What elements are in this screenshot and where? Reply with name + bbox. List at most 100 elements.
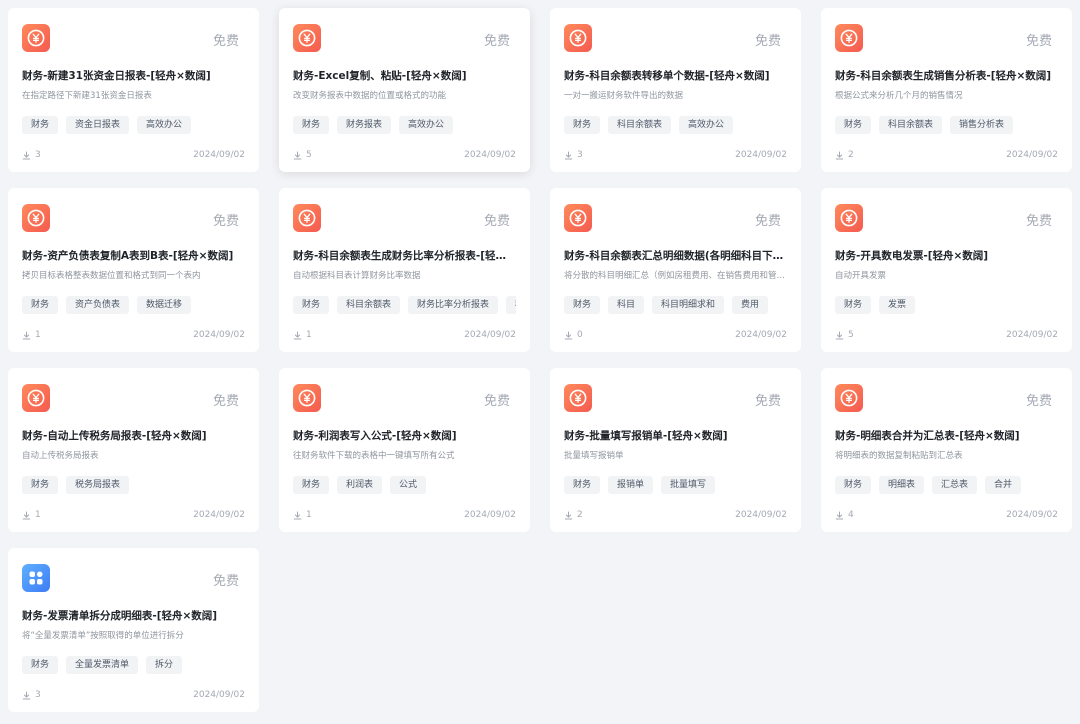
tag[interactable]: 财务 (22, 296, 59, 314)
card-title[interactable]: 财务-明细表合并为汇总表-[轻舟×数阔] (835, 428, 1058, 443)
template-card[interactable]: 免费 财务-Excel复制、粘贴-[轻舟×数阔] 改变财务报表中数据的位置或格式的功… (279, 8, 530, 172)
tag[interactable]: 财务 (835, 476, 872, 494)
download-count: 2 (835, 150, 854, 160)
tag[interactable]: 科目 (506, 296, 516, 314)
card-title[interactable]: 财务-批量填写报销单-[轻舟×数阔] (564, 428, 787, 443)
tag[interactable]: 公式 (390, 476, 427, 494)
tag[interactable]: 利润表 (337, 476, 383, 494)
tag[interactable]: 财务 (293, 476, 330, 494)
template-card[interactable]: 免费 财务-自动上传税务局报表-[轻舟×数阔] 自动上传税务局报表 财务 税务局报表 1 2… (8, 368, 259, 532)
tag[interactable]: 财务 (22, 656, 59, 674)
tag-list: 财务 资金日报表 高效办公 (22, 116, 245, 134)
card-title[interactable]: 财务-资产负债表复制A表到B表-[轻舟×数阔] (22, 248, 245, 263)
price-label: 免费 (754, 394, 781, 409)
tag[interactable]: 财务 (564, 116, 601, 134)
card-title[interactable]: 财务-开具数电发票-[轻舟×数阔] (835, 248, 1058, 263)
tag[interactable]: 拆分 (146, 656, 183, 674)
tag[interactable]: 财务 (22, 116, 59, 134)
template-card[interactable]: 免费 财务-新建31张资金日报表-[轻舟×数阔] 在指定路径下新建31张资金日报表财… (8, 8, 259, 172)
tag[interactable]: 科目余额表 (879, 116, 943, 134)
publish-date: 2024/09/02 (1006, 330, 1058, 340)
template-card[interactable]: 免费财务-资产负债表复制A表到B表-[轻舟×数阔] 拷贝目标表格整表数据位置和格式… (8, 188, 259, 352)
price-label: 免费 (212, 214, 239, 229)
download-count-value: 1 (306, 330, 312, 340)
card-footer: 1 2024/09/02 (22, 329, 245, 341)
yen-icon (564, 204, 592, 232)
tag[interactable]: 费用 (732, 296, 769, 314)
card-title[interactable]: 财务-科目余额表生成财务比率分析报表-[轻舟×数阔] (293, 248, 516, 263)
card-title[interactable]: 财务-Excel复制、粘贴-[轻舟×数阔] (293, 68, 516, 83)
card-description: 往财务软件下载的表格中一键填写所有公式 (293, 451, 455, 461)
template-card[interactable]: 免费 财务-批量填写报销单-[轻舟×数阔] 批量填写报销单 财务 报销单 批量填写 2 202… (550, 368, 801, 532)
card-footer: 1 2024/09/02 (22, 509, 245, 521)
tag[interactable]: 财务报表 (337, 116, 392, 134)
template-card[interactable]: 免费 财务-利润表写入公式-[轻舟×数阔] 往财务软件下载的表格中一键填写所有公式财… (279, 368, 530, 532)
tag[interactable]: 财务 (293, 116, 330, 134)
publish-date: 2024/09/02 (193, 150, 245, 160)
download-count-value: 1 (306, 510, 312, 520)
tag[interactable]: 合并 (985, 476, 1022, 494)
tag[interactable]: 批量填写 (661, 476, 716, 494)
download-icon (564, 151, 573, 160)
card-footer: 2 2024/09/02 (835, 149, 1058, 161)
template-card[interactable]: 免费 财务-科目余额表生成销售分析表-[轻舟×数阔] 根据公式来分析几个月的销售情况… (821, 8, 1072, 172)
tag[interactable]: 科目 (608, 296, 645, 314)
card-title[interactable]: 财务-科目余额表汇总明细数据(各明细科目下房屋费用)-[轻舟×数阔] (564, 248, 787, 263)
tag[interactable]: 数据迁移 (137, 296, 192, 314)
card-title[interactable]: 财务-利润表写入公式-[轻舟×数阔] (293, 428, 516, 443)
tag[interactable]: 科目余额表 (337, 296, 401, 314)
download-count-value: 5 (848, 330, 854, 340)
publish-date: 2024/09/02 (735, 150, 787, 160)
tag[interactable]: 财务比率分析报表 (408, 296, 499, 314)
template-card[interactable]: 免费 财务-发票清单拆分成明细表-[轻舟×数阔] 将“全量发票清单”按照取得的单位进… (8, 548, 259, 712)
tag[interactable]: 科目余额表 (608, 116, 672, 134)
card-title[interactable]: 财务-发票清单拆分成明细表-[轻舟×数阔] (22, 608, 245, 623)
price-label: 免费 (483, 34, 510, 49)
tag[interactable]: 财务 (22, 476, 59, 494)
card-title[interactable]: 财务-科目余额表生成销售分析表-[轻舟×数阔] (835, 68, 1058, 83)
download-count: 4 (835, 510, 854, 520)
card-title[interactable]: 财务-新建31张资金日报表-[轻舟×数阔] (22, 68, 245, 83)
price-label: 免费 (1025, 214, 1052, 229)
card-title[interactable]: 财务-科目余额表转移单个数据-[轻舟×数阔] (564, 68, 787, 83)
publish-date: 2024/09/02 (193, 690, 245, 700)
publish-date: 2024/09/02 (1006, 510, 1058, 520)
tag-list: 财务 科目余额表 高效办公 (564, 116, 787, 134)
tag[interactable]: 资金日报表 (66, 116, 130, 134)
tag-list: 财务 明细表 汇总表 合并 (835, 476, 1058, 494)
download-count: 1 (22, 510, 41, 520)
template-card[interactable]: 免费 财务-明细表合并为汇总表-[轻舟×数阔] 将明细表的数据复制粘贴到汇总表 财务明… (821, 368, 1072, 532)
price-label: 免费 (1025, 394, 1052, 409)
tag[interactable]: 财务 (835, 296, 872, 314)
yen-icon (564, 384, 592, 412)
download-count-value: 2 (848, 150, 854, 160)
tag[interactable]: 高效办公 (679, 116, 734, 134)
tag[interactable]: 财务 (835, 116, 872, 134)
template-card[interactable]: 免费 财务-科目余额表生成财务比率分析报表-[轻舟×数阔] 自动根据科目表计算财务比… (279, 188, 530, 352)
template-card[interactable]: 免费 财务-开具数电发票-[轻舟×数阔] 自动开具发票 财务 发票 5 2024/09/02 (821, 188, 1072, 352)
tag[interactable]: 资产负债表 (66, 296, 130, 314)
tag[interactable]: 报销单 (608, 476, 654, 494)
download-count-value: 1 (35, 510, 41, 520)
tag[interactable]: 高效办公 (399, 116, 454, 134)
publish-date: 2024/09/02 (735, 510, 787, 520)
card-description: 拷贝目标表格整表数据位置和格式到同一个表内 (22, 271, 201, 281)
tag[interactable]: 科目明细求和 (652, 296, 725, 314)
tag[interactable]: 销售分析表 (950, 116, 1014, 134)
card-footer: 4 2024/09/02 (835, 509, 1058, 521)
tag[interactable]: 财务 (293, 296, 330, 314)
app-grid-icon (22, 564, 50, 592)
tag[interactable]: 全量发票清单 (66, 656, 139, 674)
template-card[interactable]: 免费财务-科目余额表汇总明细数据(各明细科目下房屋费用)-[轻舟×数阔] 将分散的… (550, 188, 801, 352)
tag[interactable]: 财务 (564, 476, 601, 494)
tag[interactable]: 明细表 (879, 476, 925, 494)
card-title[interactable]: 财务-自动上传税务局报表-[轻舟×数阔] (22, 428, 245, 443)
tag[interactable]: 高效办公 (137, 116, 192, 134)
template-card[interactable]: 免费 财务-科目余额表转移单个数据-[轻舟×数阔] 一对一搬运财务软件导出的数据 财务… (550, 8, 801, 172)
tag[interactable]: 汇总表 (932, 476, 978, 494)
tag[interactable]: 税务局报表 (66, 476, 130, 494)
download-icon (564, 511, 573, 520)
tag[interactable]: 财务 (564, 296, 601, 314)
tag[interactable]: 发票 (879, 296, 916, 314)
price-label: 免费 (212, 34, 239, 49)
